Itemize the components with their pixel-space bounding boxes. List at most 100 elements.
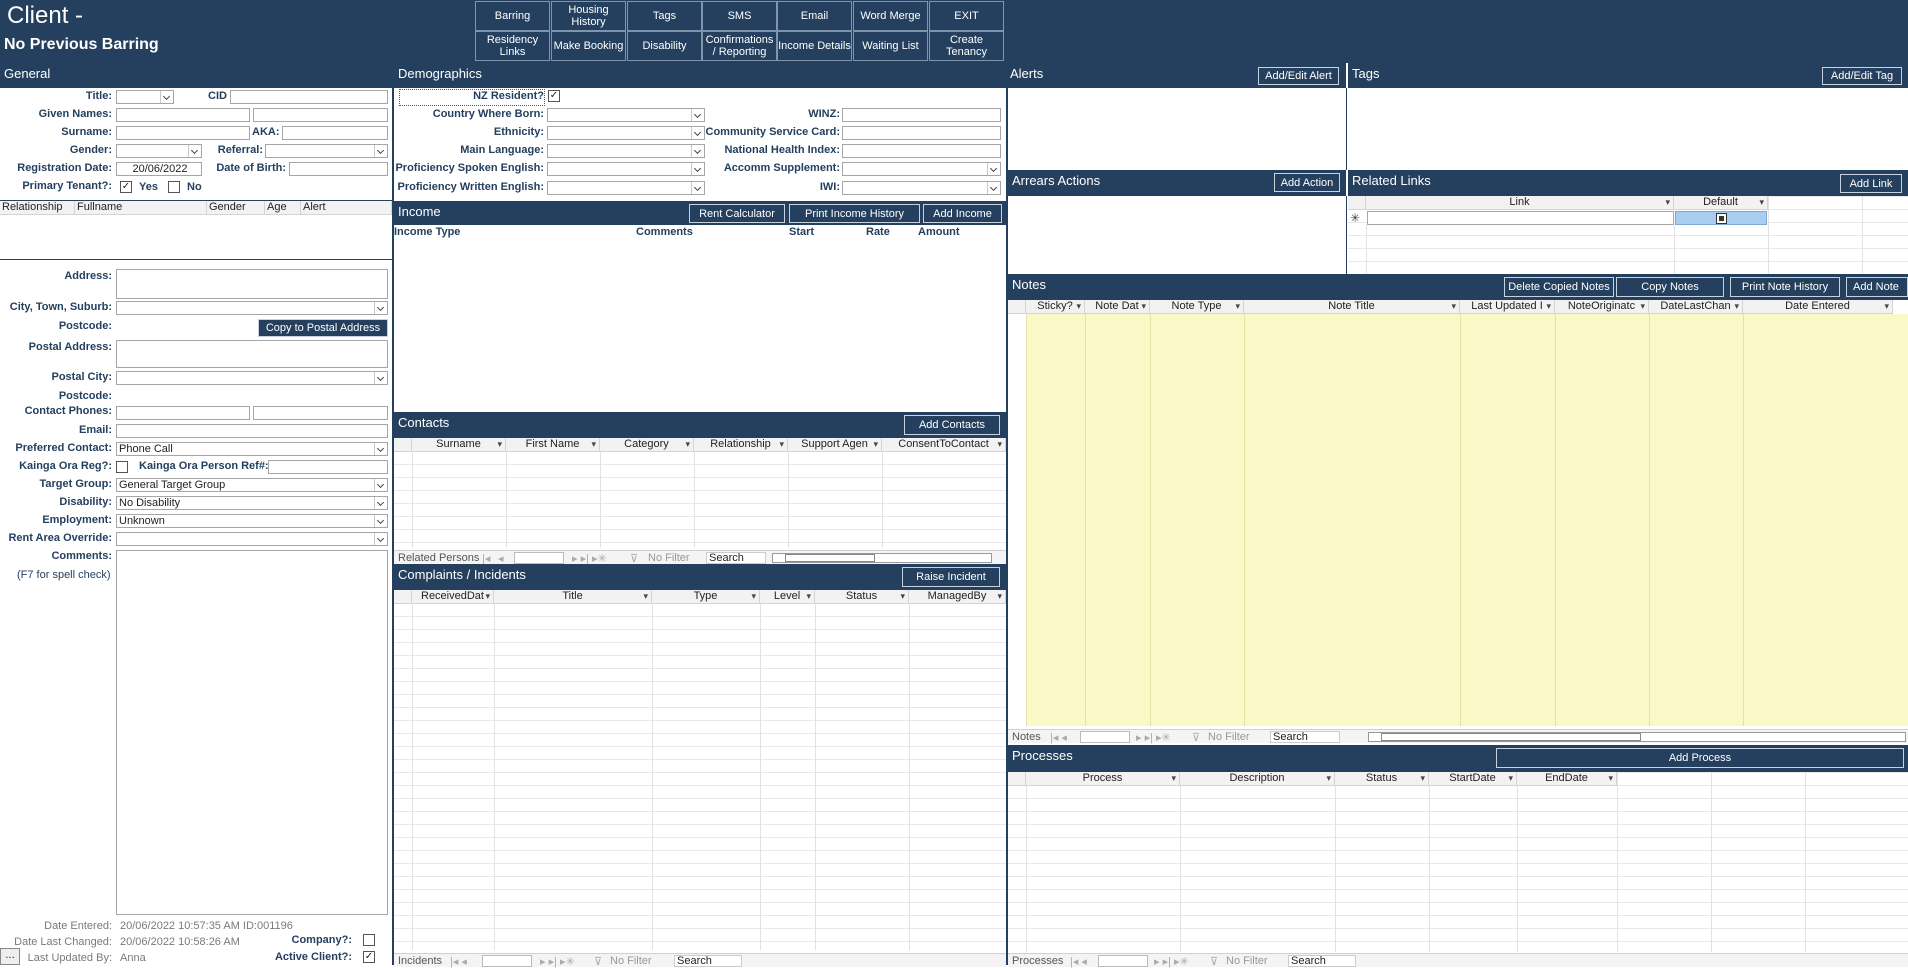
first-record-icon[interactable]: |◂ ◂ xyxy=(450,955,467,968)
rent-calculator-button[interactable]: Rent Calculator xyxy=(689,204,785,223)
registration-date-field[interactable]: 20/06/2022 xyxy=(116,162,202,176)
note-type-column-header[interactable]: Note Type xyxy=(1150,300,1244,314)
first-record-icon[interactable]: |◂ ◂ xyxy=(1070,955,1087,968)
print-income-history-button[interactable]: Print Income History xyxy=(789,204,920,223)
title-select[interactable] xyxy=(116,90,174,104)
primary-tenant-no-checkbox[interactable] xyxy=(168,181,180,193)
surname-column-header[interactable]: Surname xyxy=(412,438,506,452)
given-name-field[interactable] xyxy=(116,108,250,122)
record-number-field[interactable] xyxy=(1098,955,1148,967)
referral-select[interactable] xyxy=(265,144,388,158)
housing-history-button[interactable]: Housing History xyxy=(551,1,626,31)
create-tenancy-button[interactable]: Create Tenancy xyxy=(929,31,1004,61)
age-column-header[interactable]: Age xyxy=(265,201,301,215)
exit-button[interactable]: EXIT xyxy=(929,1,1004,31)
city-select[interactable] xyxy=(116,301,388,315)
ethnicity-select[interactable] xyxy=(547,126,705,140)
address-field[interactable] xyxy=(116,269,388,299)
relationship-column-header[interactable]: Relationship xyxy=(0,201,75,215)
first-name-column-header[interactable]: First Name xyxy=(506,438,600,452)
add-process-button[interactable]: Add Process xyxy=(1496,748,1904,768)
word-merge-button[interactable]: Word Merge xyxy=(853,1,928,31)
make-booking-button[interactable]: Make Booking xyxy=(551,31,626,61)
gender-column-header[interactable]: Gender xyxy=(207,201,265,215)
copy-notes-button[interactable]: Copy Notes xyxy=(1616,277,1724,297)
next-record-icon[interactable]: ▸ ▸| ▸✳ xyxy=(540,955,575,968)
record-selector-button[interactable]: ... xyxy=(0,948,20,965)
comments-field[interactable] xyxy=(116,550,388,915)
managed-by-column-header[interactable]: ManagedBy xyxy=(909,590,1006,604)
barring-button[interactable]: Barring xyxy=(475,1,550,31)
record-number-field[interactable] xyxy=(482,955,532,967)
add-edit-alert-button[interactable]: Add/Edit Alert xyxy=(1258,67,1339,85)
consent-to-contact-column-header[interactable]: ConsentToContact xyxy=(882,438,1006,452)
company-checkbox[interactable] xyxy=(363,934,375,946)
add-income-button[interactable]: Add Income xyxy=(923,204,1002,223)
postal-address-field[interactable] xyxy=(116,340,388,368)
notes-search-box[interactable]: Search xyxy=(1270,731,1340,743)
first-record-icon[interactable]: |◂ ◂ xyxy=(1050,731,1067,744)
links-select-all[interactable] xyxy=(1348,196,1366,210)
country-born-select[interactable] xyxy=(547,108,705,122)
note-title-column-header[interactable]: Note Title xyxy=(1244,300,1460,314)
rent-area-override-select[interactable] xyxy=(116,532,388,546)
active-client-checkbox[interactable]: ✓ xyxy=(363,951,375,963)
tags-button[interactable]: Tags xyxy=(627,1,702,31)
add-action-button[interactable]: Add Action xyxy=(1274,173,1340,192)
next-record-icon[interactable]: ▸ ▸| ▸✳ xyxy=(1136,731,1171,744)
add-note-button[interactable]: Add Note xyxy=(1846,277,1908,297)
incidents-search-box[interactable]: Search xyxy=(674,955,742,967)
last-updated-column-header[interactable]: Last Updated I xyxy=(1460,300,1555,314)
disability-button[interactable]: Disability xyxy=(627,31,702,61)
spoken-english-select[interactable] xyxy=(547,162,705,176)
notes-grid[interactable] xyxy=(1026,314,1908,726)
note-date-column-header[interactable]: Note Dat xyxy=(1085,300,1150,314)
alert-column-header[interactable]: Alert xyxy=(301,201,392,215)
processes-grid[interactable] xyxy=(1008,772,1908,952)
contacts-grid[interactable] xyxy=(394,438,1006,548)
sticky-column-header[interactable]: Sticky? xyxy=(1026,300,1085,314)
email-button[interactable]: Email xyxy=(777,1,852,31)
filter-icon[interactable]: ⊽ xyxy=(1210,955,1218,968)
date-last-changed-column-header[interactable]: DateLastChan xyxy=(1649,300,1743,314)
winz-field[interactable] xyxy=(842,108,1001,122)
record-number-field[interactable] xyxy=(1080,731,1130,743)
copy-to-postal-address-button[interactable]: Copy to Postal Address xyxy=(258,319,388,337)
relationship-column-header[interactable]: Relationship xyxy=(694,438,788,452)
print-note-history-button[interactable]: Print Note History xyxy=(1730,277,1840,297)
process-column-header[interactable]: Process xyxy=(1026,772,1180,786)
target-group-select[interactable]: General Target Group xyxy=(116,478,388,492)
main-language-select[interactable] xyxy=(547,144,705,158)
new-link-field[interactable] xyxy=(1367,211,1674,225)
notes-horizontal-scrollbar[interactable] xyxy=(1368,732,1906,742)
support-agency-column-header[interactable]: Support Agen xyxy=(788,438,882,452)
next-record-icon[interactable]: ▸ ▸| ▸✳ xyxy=(1154,955,1189,968)
cid-field[interactable] xyxy=(230,90,388,104)
accomm-supplement-select[interactable] xyxy=(842,162,1001,176)
aka-field[interactable] xyxy=(282,126,388,140)
preferred-contact-select[interactable]: Phone Call xyxy=(116,442,388,456)
contacts-horizontal-scrollbar[interactable] xyxy=(772,553,992,563)
postal-city-select[interactable] xyxy=(116,371,388,385)
notes-select-all[interactable] xyxy=(1008,300,1026,314)
type-column-header[interactable]: Type xyxy=(652,590,760,604)
add-edit-tag-button[interactable]: Add/Edit Tag xyxy=(1822,67,1902,85)
iwi-select[interactable] xyxy=(842,181,1001,195)
disability-select[interactable]: No Disability xyxy=(116,496,388,510)
description-column-header[interactable]: Description xyxy=(1180,772,1335,786)
contacts-select-all[interactable] xyxy=(394,438,412,452)
community-service-card-field[interactable] xyxy=(842,126,1001,140)
sms-button[interactable]: SMS xyxy=(702,1,777,31)
delete-copied-notes-button[interactable]: Delete Copied Notes xyxy=(1504,277,1614,297)
title-column-header[interactable]: Title xyxy=(494,590,652,604)
start-date-column-header[interactable]: StartDate xyxy=(1429,772,1517,786)
income-details-button[interactable]: Income Details xyxy=(777,31,852,61)
processes-select-all[interactable] xyxy=(1008,772,1026,786)
kainga-ora-reg-checkbox[interactable] xyxy=(116,461,128,473)
phone-primary-field[interactable] xyxy=(116,406,250,420)
dob-field[interactable] xyxy=(289,162,388,176)
received-date-column-header[interactable]: ReceivedDat xyxy=(412,590,494,604)
kainga-ora-ref-field[interactable] xyxy=(268,460,388,474)
contacts-search-box[interactable]: Search xyxy=(706,552,766,564)
end-date-column-header[interactable]: EndDate xyxy=(1517,772,1617,786)
